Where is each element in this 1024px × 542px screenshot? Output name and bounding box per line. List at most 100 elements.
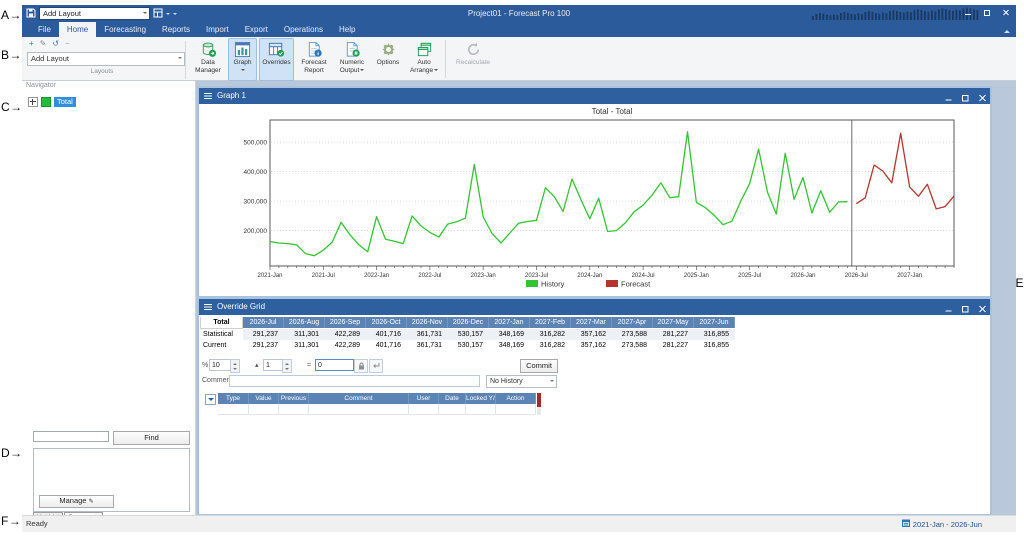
grid-cell[interactable]: 273,588 <box>612 329 653 340</box>
grid-column-header[interactable]: 2027-Mar <box>571 317 612 328</box>
save-icon[interactable] <box>26 5 36 23</box>
data-manager-button[interactable]: DataManager <box>190 38 226 81</box>
grid-cell[interactable]: 316,855 <box>694 329 735 340</box>
maximize-button[interactable] <box>983 8 991 17</box>
spin-down-icon[interactable] <box>233 368 237 372</box>
history-column-header[interactable]: Locked Y/N <box>466 393 496 404</box>
grid-cell[interactable]: 316,855 <box>694 340 735 351</box>
grid-cell[interactable]: 361,731 <box>407 329 448 340</box>
grid-column-header[interactable]: 2027-Jan <box>489 317 530 328</box>
increment-spinner[interactable] <box>282 359 292 373</box>
override-grid-table[interactable]: Total2026-Jul2026-Aug2026-Sep2026-Oct202… <box>200 317 735 351</box>
history-empty-cell[interactable] <box>439 404 466 415</box>
remove-layout-icon[interactable]: − <box>65 39 70 49</box>
forecast-report-button[interactable]: ForecastReport <box>296 38 332 81</box>
grid-column-header[interactable]: 2026-Jul <box>243 317 284 328</box>
quick-layout-combobox[interactable]: Add Layout <box>39 7 150 20</box>
grid-column-header[interactable]: 2027-May <box>653 317 694 328</box>
history-empty-cell[interactable] <box>279 404 309 415</box>
history-column-header[interactable]: Date <box>439 393 466 404</box>
grid-column-header[interactable]: 2027-Jun <box>694 317 735 328</box>
options-button[interactable]: Options <box>372 38 404 81</box>
filter-button[interactable] <box>205 394 216 405</box>
grid-cell[interactable]: 311,301 <box>284 329 325 340</box>
grid-cell[interactable]: 281,227 <box>653 340 694 351</box>
tab-import[interactable]: Import <box>198 22 237 37</box>
commit-button[interactable]: Commit <box>520 359 558 373</box>
percent-adjust-input[interactable] <box>209 359 232 371</box>
history-empty-cell[interactable] <box>466 404 496 415</box>
apply-enter-button[interactable] <box>369 359 383 373</box>
add-layout-icon[interactable]: + <box>29 39 34 49</box>
grid-column-header[interactable]: 2026-Aug <box>284 317 325 328</box>
numeric-output-button[interactable]: NumericOutput <box>334 38 370 81</box>
history-empty-cell[interactable] <box>309 404 409 415</box>
grid-cell[interactable]: 291,237 <box>243 329 284 340</box>
find-button[interactable]: Find <box>113 431 190 445</box>
undo-icon[interactable]: ↺ <box>52 39 59 49</box>
history-column-header[interactable]: Type <box>218 393 249 404</box>
layouts-combobox[interactable]: Add Layout <box>27 52 185 66</box>
history-empty-cell[interactable] <box>409 404 439 415</box>
table-scrollbar[interactable] <box>537 393 541 415</box>
grid-column-header[interactable]: 2027-Feb <box>530 317 571 328</box>
history-column-header[interactable]: Previous <box>279 393 309 404</box>
percent-spinner[interactable] <box>230 359 240 373</box>
hamburger-menu-icon[interactable] <box>204 93 212 99</box>
chevron-down-icon[interactable] <box>166 13 170 17</box>
history-empty-cell[interactable] <box>496 404 536 415</box>
grid-cell[interactable]: 316,282 <box>530 329 571 340</box>
grid-cell[interactable]: 530,157 <box>448 329 489 340</box>
spin-down-icon[interactable] <box>285 368 289 372</box>
line-chart[interactable]: 200,000300,000400,000500,0002021-Jan2021… <box>199 104 986 293</box>
grid-column-header[interactable]: 2026-Sep <box>325 317 366 328</box>
grid-column-header[interactable]: 2026-Oct <box>366 317 407 328</box>
auto-arrange-button[interactable]: AutoArrange <box>406 38 442 81</box>
grid-cell[interactable]: 357,162 <box>571 340 612 351</box>
grid-cell[interactable]: 401,716 <box>366 340 407 351</box>
history-empty-cell[interactable] <box>218 404 249 415</box>
graph-button[interactable]: Graph <box>228 38 257 81</box>
spin-up-icon[interactable] <box>233 361 237 365</box>
graph-window-titlebar[interactable]: Graph 1 <box>199 88 990 104</box>
grid-column-header[interactable]: 2026-Nov <box>407 317 448 328</box>
grid-cell[interactable]: 361,731 <box>407 340 448 351</box>
hotlist-listbox[interactable]: Manage ✎ <box>33 448 190 512</box>
history-column-header[interactable]: Value <box>249 393 279 404</box>
collapse-ribbon-icon[interactable] <box>1004 27 1010 33</box>
history-column-header[interactable]: Comment <box>309 393 409 404</box>
grid-column-header[interactable]: 2026-Dec <box>448 317 489 328</box>
spin-up-icon[interactable] <box>285 361 289 365</box>
lock-button[interactable] <box>354 359 368 373</box>
history-empty-cell[interactable] <box>249 404 279 415</box>
grid-column-header[interactable]: 2027-Apr <box>612 317 653 328</box>
history-column-header[interactable]: User <box>409 393 439 404</box>
close-button[interactable] <box>1002 8 1010 17</box>
grid-cell[interactable]: 530,157 <box>448 340 489 351</box>
comment-input[interactable] <box>229 375 480 387</box>
tab-file[interactable]: File <box>30 22 59 37</box>
tab-home[interactable]: Home <box>59 22 96 37</box>
tab-operations[interactable]: Operations <box>276 22 331 37</box>
overrides-button[interactable]: Overrides <box>259 38 294 81</box>
grid-cell[interactable]: 281,227 <box>653 329 694 340</box>
tree-item-total[interactable]: Total <box>28 97 76 107</box>
chevron-down-icon[interactable] <box>173 13 177 17</box>
find-input[interactable] <box>33 431 109 442</box>
scrollbar-thumb[interactable] <box>537 393 541 407</box>
grid-cell[interactable]: 422,289 <box>325 340 366 351</box>
override-history-table[interactable]: TypeValuePreviousCommentUserDateLocked Y… <box>218 393 536 415</box>
minimize-button[interactable] <box>964 8 972 17</box>
grid-cell[interactable]: 316,282 <box>530 340 571 351</box>
history-column-header[interactable]: Action <box>496 393 536 404</box>
tab-reports[interactable]: Reports <box>154 22 198 37</box>
manage-button[interactable]: Manage ✎ <box>39 495 114 508</box>
grid-cell[interactable]: 311,301 <box>284 340 325 351</box>
grid-cell[interactable]: 291,237 <box>243 340 284 351</box>
tab-forecasting[interactable]: Forecasting <box>96 22 154 37</box>
hamburger-menu-icon[interactable] <box>204 304 212 310</box>
grid-cell[interactable]: 348,169 <box>489 329 530 340</box>
set-value-input[interactable] <box>315 359 354 371</box>
increment-adjust-input[interactable] <box>263 359 284 371</box>
override-window-titlebar[interactable]: Override Grid <box>199 299 990 315</box>
